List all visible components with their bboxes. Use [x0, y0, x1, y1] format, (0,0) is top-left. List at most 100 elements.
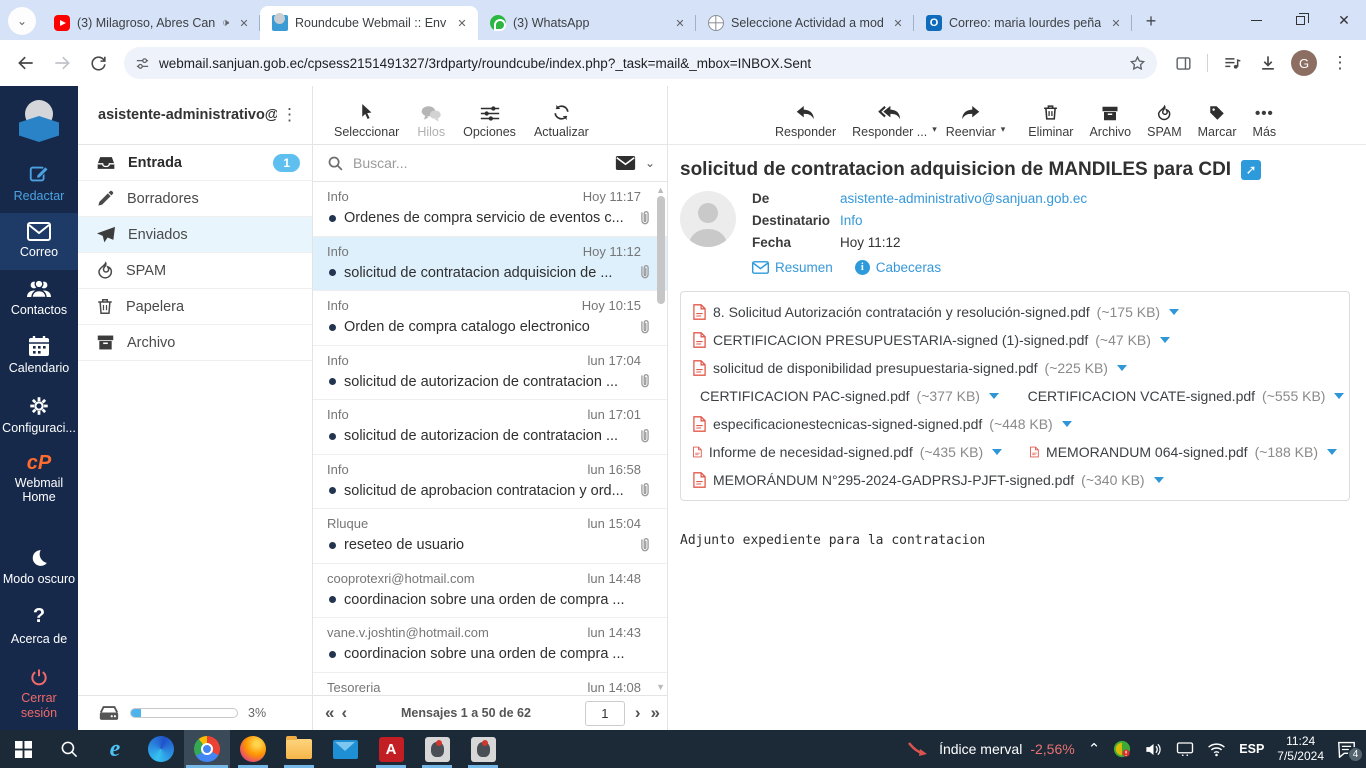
archive-button[interactable]: Archivo	[1082, 102, 1138, 139]
attachment-item[interactable]: Informe de necesidad-signed.pdf (~435 KB…	[693, 444, 1003, 460]
tab-search-button[interactable]: ⌄	[8, 7, 36, 35]
tab-youtube[interactable]: (3) Milagroso, Abres Can 🕩 ✕	[42, 6, 260, 40]
folder-sent[interactable]: Enviados	[78, 217, 312, 253]
attachment-item[interactable]: MEMORÁNDUM N°295-2024-GADPRSJ-PJFT-signe…	[693, 472, 1164, 488]
news-ticker[interactable]: Índice merval -2,56%	[907, 739, 1075, 759]
message-row[interactable]: vane.v.joshtin@hotmail.com lun 14:43 coor…	[313, 618, 667, 673]
attachment-menu-caret-icon[interactable]	[1334, 393, 1345, 399]
attachment-item[interactable]: CERTIFICACION PRESUPUESTARIA-signed (1)-…	[693, 332, 1170, 348]
downloads-button[interactable]	[1252, 47, 1284, 79]
attachment-menu-caret-icon[interactable]	[1061, 421, 1072, 427]
side-panel-button[interactable]	[1167, 47, 1199, 79]
forward-button[interactable]	[46, 47, 78, 79]
attachment-item[interactable]: solicitud de disponibilidad presupuestar…	[693, 360, 1127, 376]
message-row[interactable]: Info Hoy 10:15 Orden de compra catalogo e…	[313, 291, 667, 346]
from-address-link[interactable]: asistente-administrativo@sanjuan.gob.ec	[840, 191, 1087, 206]
scroll-up-icon[interactable]: ▲	[656, 185, 665, 195]
profile-button[interactable]: G	[1288, 47, 1320, 79]
reload-button[interactable]	[82, 47, 114, 79]
attachment-menu-caret-icon[interactable]	[1327, 449, 1337, 455]
taskbar-java-app2-button[interactable]	[460, 730, 506, 768]
roundcube-logo[interactable]	[16, 100, 62, 144]
mark-button[interactable]: Marcar	[1191, 102, 1244, 139]
message-row[interactable]: Rluque lun 15:04 reseteo de usuario	[313, 509, 667, 564]
sidebar-item-dark-mode[interactable]: Modo oscuro	[0, 539, 78, 596]
scroll-down-icon[interactable]: ▼	[656, 682, 665, 692]
tray-expand-chevron-icon[interactable]: ⌃	[1088, 740, 1101, 758]
taskbar-edge-button[interactable]	[138, 730, 184, 768]
tab-close-icon[interactable]: ✕	[236, 15, 252, 31]
message-row[interactable]: Info lun 17:01 solicitud de autorizacion …	[313, 400, 667, 455]
search-options-chevron-icon[interactable]: ⌄	[645, 156, 655, 170]
message-row[interactable]: Tesoreria lun 14:08	[313, 673, 667, 696]
folder-archive[interactable]: Archivo	[78, 325, 312, 361]
reply-button[interactable]: Responder	[768, 102, 843, 139]
sidebar-item-about[interactable]: ? Acerca de	[0, 596, 78, 656]
attachment-item[interactable]: MEMORANDUM 064-signed.pdf (~188 KB)	[1030, 444, 1337, 460]
folder-inbox[interactable]: Entrada 1	[78, 145, 312, 181]
sidebar-item-logout[interactable]: Cerrar sesión	[0, 658, 78, 730]
taskbar-chrome-button[interactable]	[184, 730, 230, 768]
start-button[interactable]	[0, 730, 46, 768]
tab-roundcube[interactable]: Roundcube Webmail :: Envia ✕	[260, 6, 478, 40]
attachment-menu-caret-icon[interactable]	[992, 449, 1003, 455]
tab-close-icon[interactable]: ✕	[454, 15, 470, 31]
delete-button[interactable]: Eliminar	[1021, 102, 1080, 139]
sidebar-item-webmail-home[interactable]: cP Webmail Home	[0, 445, 78, 515]
close-button[interactable]: ✕	[1322, 0, 1366, 40]
attachment-item[interactable]: 8. Solicitud Autorización contratación y…	[693, 304, 1180, 320]
refresh-button[interactable]: Actualizar	[527, 102, 596, 139]
first-page-button[interactable]: «	[325, 703, 335, 723]
taskbar-ie-button[interactable]: e	[92, 730, 138, 768]
cast-tray-icon[interactable]	[1176, 741, 1194, 757]
page-number-input[interactable]	[584, 700, 625, 726]
next-page-button[interactable]: ›	[635, 703, 641, 723]
site-info-icon[interactable]	[134, 55, 151, 72]
sidebar-item-settings[interactable]: Configuraci...	[0, 386, 78, 445]
tab-actividad[interactable]: Seleccione Actividad a modi ✕	[696, 6, 914, 40]
taskbar-explorer-button[interactable]	[276, 730, 322, 768]
language-indicator[interactable]: ESP	[1239, 742, 1264, 756]
bookmark-star-icon[interactable]	[1128, 54, 1147, 73]
tab-close-icon[interactable]: ✕	[890, 15, 906, 31]
back-button[interactable]	[10, 47, 42, 79]
attachment-menu-caret-icon[interactable]	[1169, 309, 1180, 315]
list-scrollbar[interactable]: ▲ ▼	[655, 182, 667, 695]
attachment-menu-caret-icon[interactable]	[1153, 477, 1164, 483]
taskbar-firefox-button[interactable]	[230, 730, 276, 768]
folder-spam[interactable]: SPAM	[78, 253, 312, 289]
forward-button[interactable]: Reenviar	[939, 102, 1003, 139]
attachment-item[interactable]: CERTIFICACION PAC-signed.pdf (~377 KB)	[693, 388, 999, 404]
sidebar-item-mail[interactable]: Correo	[0, 213, 78, 270]
url-text[interactable]: webmail.sanjuan.gob.ec/cpsess2151491327/…	[159, 56, 1120, 71]
folder-trash[interactable]: Papelera	[78, 289, 312, 325]
message-row[interactable]: cooprotexri@hotmail.com lun 14:48 coordin…	[313, 564, 667, 618]
prev-page-button[interactable]: ‹	[341, 703, 347, 723]
taskbar-search-button[interactable]	[46, 730, 92, 768]
browser-menu-button[interactable]: ⋮	[1324, 47, 1356, 79]
sidebar-item-contacts[interactable]: Contactos	[0, 270, 78, 327]
message-row[interactable]: Info Hoy 11:17 Ordenes de compra servicio…	[313, 182, 667, 237]
attachment-item[interactable]: especificacionestecnicas-signed-signed.p…	[693, 416, 1072, 432]
attachment-item[interactable]: CERTIFICACION VCATE-signed.pdf (~555 KB)	[1021, 388, 1345, 404]
message-row[interactable]: Info lun 17:04 solicitud de autorizacion …	[313, 346, 667, 400]
to-address-link[interactable]: Info	[840, 213, 863, 228]
message-row[interactable]: Info lun 16:58 solicitud de aprobacion co…	[313, 455, 667, 509]
wifi-tray-icon[interactable]	[1207, 742, 1226, 757]
minimize-button[interactable]	[1234, 0, 1278, 40]
summary-link[interactable]: Resumen	[752, 260, 833, 275]
last-page-button[interactable]: »	[651, 703, 661, 723]
headers-link[interactable]: i Cabeceras	[854, 260, 941, 275]
audio-playing-icon[interactable]: 🕩	[222, 17, 229, 30]
taskbar-acrobat-button[interactable]: A	[368, 730, 414, 768]
account-menu-icon[interactable]: ⋮	[277, 105, 302, 125]
attachment-menu-caret-icon[interactable]	[1116, 365, 1127, 371]
more-button[interactable]: ••• Más	[1246, 102, 1284, 139]
open-in-new-window-icon[interactable]	[1241, 160, 1262, 180]
scope-mail-icon[interactable]	[615, 155, 636, 171]
select-button[interactable]: Seleccionar	[327, 102, 406, 139]
taskbar-mail-button[interactable]	[322, 730, 368, 768]
antivirus-tray-icon[interactable]	[1113, 740, 1131, 758]
sidebar-item-calendar[interactable]: Calendario	[0, 327, 78, 385]
restore-button[interactable]	[1278, 0, 1322, 40]
